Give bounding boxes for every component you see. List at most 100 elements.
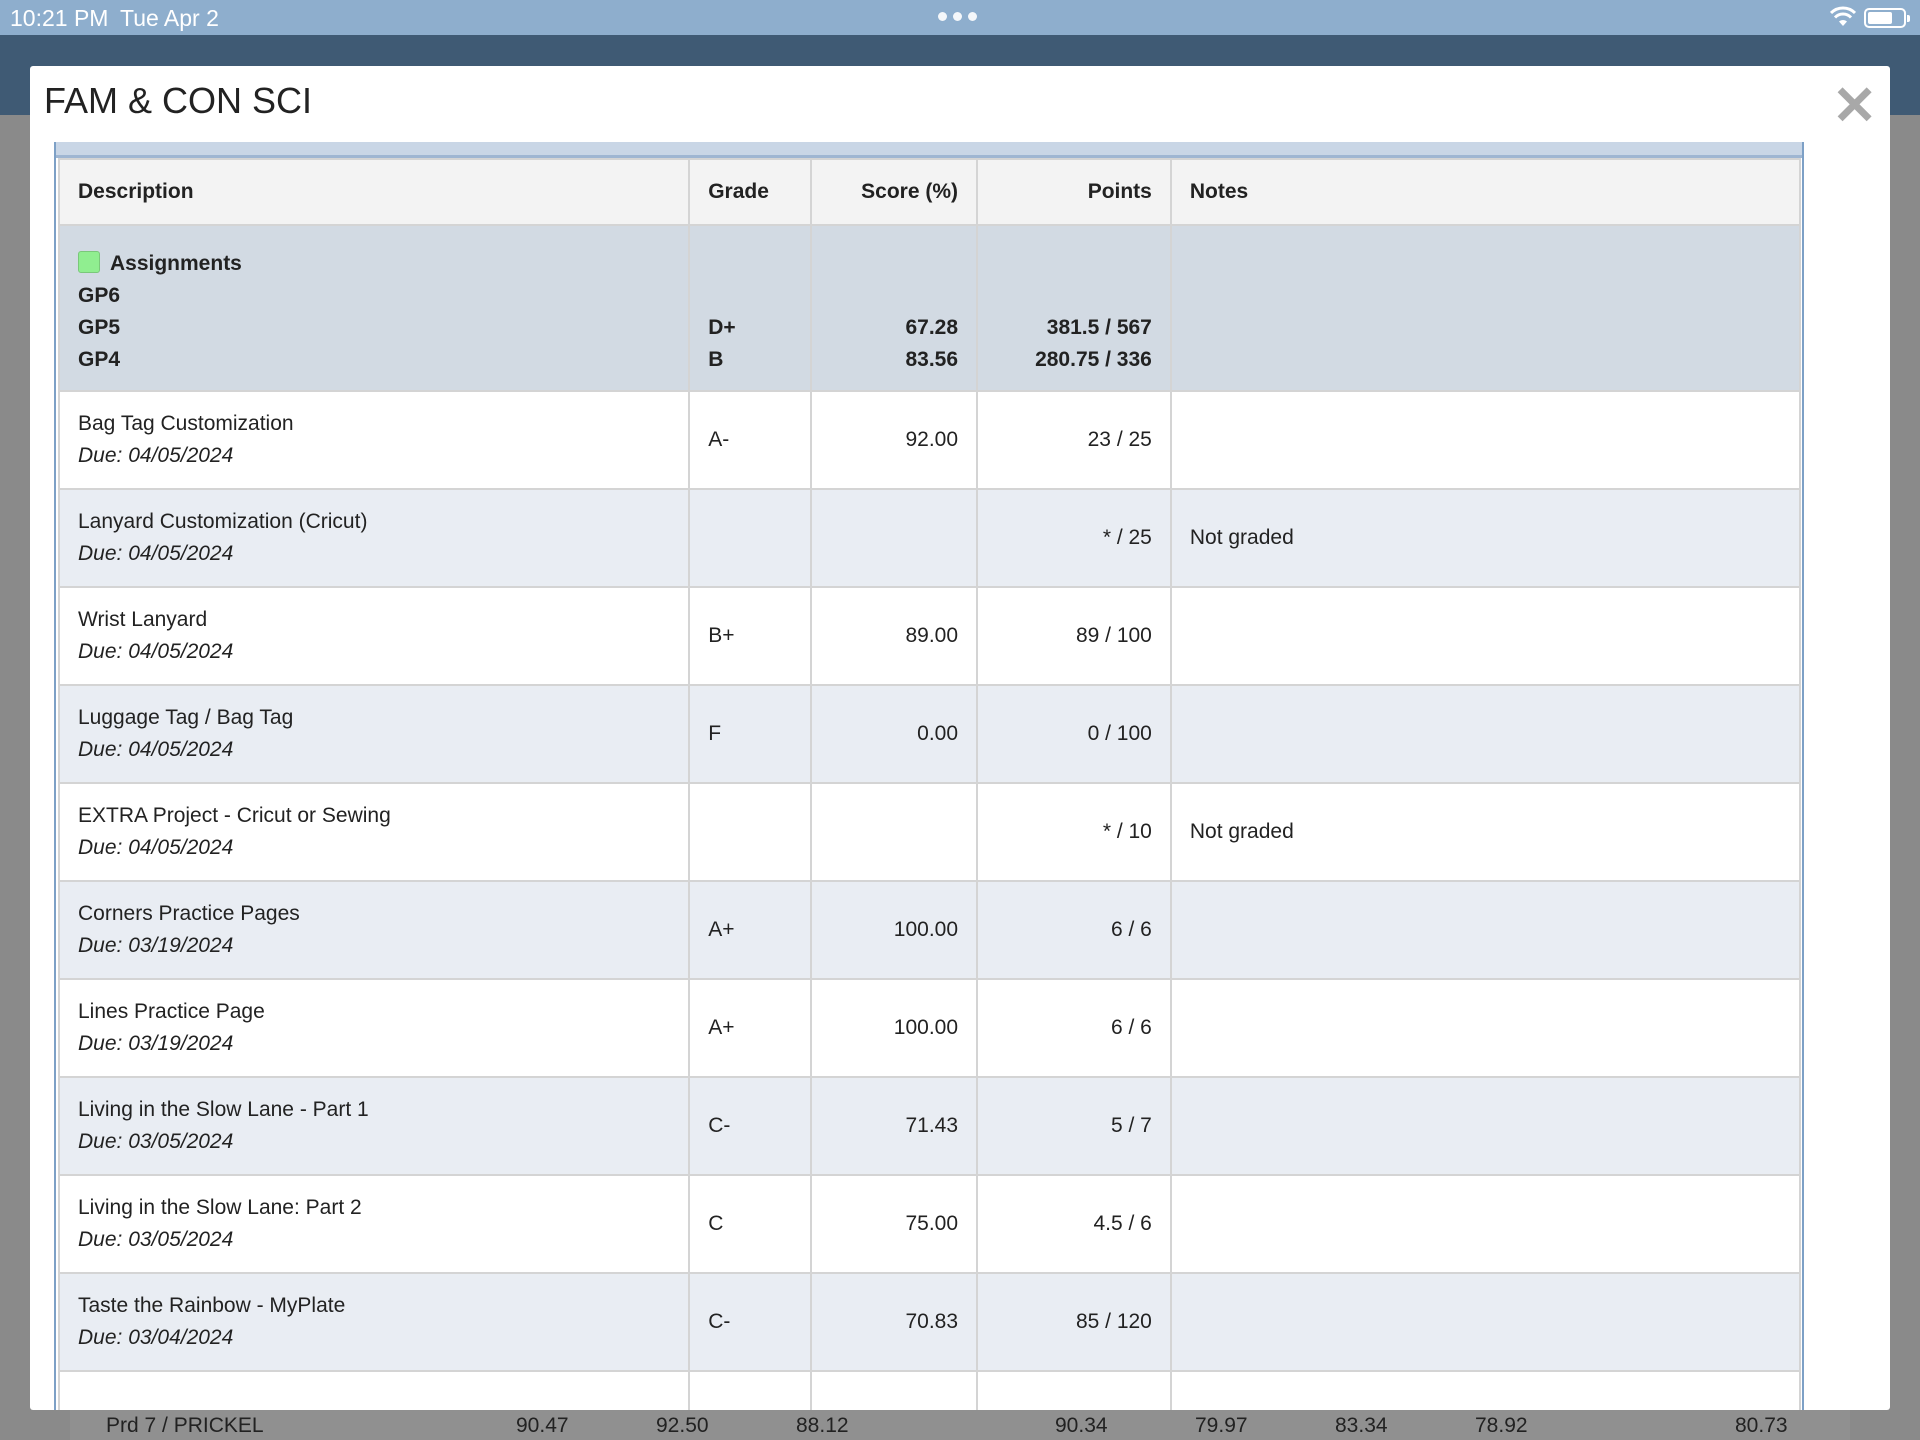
assignment-grade: C- [688,1272,813,1372]
assignment-notes [1169,1370,1802,1410]
column-header-description[interactable]: Description [57,158,691,226]
assignment-grade: C- [688,1076,813,1176]
period-score [830,280,958,312]
assignment-name[interactable]: Corners Practice Pages [78,898,670,930]
assignment-description-cell[interactable]: Taste the Rainbow - MyPlate Due: 03/04/20… [57,1272,691,1372]
assignment-due-date: Due: 04/05/2024 [78,836,234,859]
table-row[interactable]: Bag Tag Customization Due: 04/05/2024 A- 92… [57,390,1802,490]
column-header-grade[interactable]: Grade [688,158,813,226]
assignment-score: 71.43 [810,1076,979,1176]
period-grade [708,280,792,312]
table-row[interactable]: Luggage Tag / Bag Tag Due: 04/05/2024 F 0.0… [57,684,1802,784]
assignment-name[interactable]: Lines Practice Page [78,996,670,1028]
assignment-name[interactable]: Wrist Lanyard [78,604,670,636]
assignment-grade [688,1370,813,1410]
assignment-score: 75.00 [810,1174,979,1274]
assignment-points: 4.5 / 6 [976,1174,1172,1274]
assignment-description-cell[interactable]: EXTRA Project - Cricut or Sewing Due: 04/… [57,782,691,882]
table-row[interactable]: Wrist Lanyard Due: 04/05/2024 B+ 89.00 89 / … [57,586,1802,686]
assignment-name[interactable]: Taste the Rainbow - MyPlate [78,1290,670,1322]
period-score: 67.28 [905,316,959,339]
assignment-notes [1169,684,1802,784]
table-row[interactable]: Living in the Slow Lane - Part 1 Due: 03/… [57,1076,1802,1176]
assignment-description-cell[interactable]: Corners Practice Pages Due: 03/19/2024 [57,880,691,980]
column-header-notes[interactable]: Notes [1169,158,1802,226]
assignment-due-date: Due: 03/05/2024 [78,1130,234,1153]
assignment-description-cell[interactable]: Luggage Tag / Bag Tag Due: 04/05/2024 [57,684,691,784]
assignment-points: 89 / 100 [976,586,1172,686]
period-label: GP6 [78,284,121,307]
assignment-points: * / 25 [976,488,1172,588]
assignment-description-cell[interactable]: Lines Practice Page Due: 03/19/2024 [57,978,691,1078]
assignment-name[interactable]: ARMOR Points [78,1404,670,1410]
group-name: Assignments [110,252,242,275]
period-label: GP4 [78,348,121,371]
period-points: 280.75 / 336 [1035,348,1152,371]
period-grade: D+ [708,316,736,339]
group-notes-cell [1169,224,1802,392]
assignment-due-date: Due: 04/05/2024 [78,640,234,663]
period-label: GP5 [78,316,121,339]
assignment-score [810,1370,979,1410]
assignment-score: 89.00 [810,586,979,686]
assignment-notes [1169,1076,1802,1176]
assignment-description-cell[interactable]: Living in the Slow Lane: Part 2 Due: 03/0… [57,1174,691,1274]
assignment-modal: FAM & CON SCI ✕ Description Grade Score … [30,66,1890,1410]
close-button[interactable]: ✕ [1832,79,1877,133]
assignment-due-date: Due: 03/04/2024 [78,1326,234,1349]
assignment-score: 100.00 [810,978,979,1078]
assignment-score: 70.83 [810,1272,979,1372]
section-header-bar [56,142,1802,158]
assignment-description-cell[interactable]: Lanyard Customization (Cricut) Due: 04/05… [57,488,691,588]
assignment-name[interactable]: Bag Tag Customization [78,408,670,440]
background-row-label: Prd 7 / PRICKEL [106,1414,264,1437]
assignment-points: * / 10 [976,782,1172,882]
background-grade-row: Prd 7 / PRICKEL 90.47 92.50 88.12 90.34 … [70,1410,1850,1440]
assignment-notes: Not graded [1169,782,1802,882]
assignment-name[interactable]: Living in the Slow Lane - Part 1 [78,1094,670,1126]
table-row[interactable]: EXTRA Project - Cricut or Sewing Due: 04/… [57,782,1802,882]
background-row-value: 88.12 [796,1414,849,1437]
assignment-grade: A+ [688,880,813,980]
background-row-value: 90.34 [1055,1414,1108,1437]
assignment-due-date: Due: 03/19/2024 [78,1032,234,1055]
assignment-description-cell[interactable]: Living in the Slow Lane - Part 1 Due: 03/… [57,1076,691,1176]
assignment-notes [1169,880,1802,980]
assignment-notes [1169,1174,1802,1274]
multitasking-dots-icon[interactable] [938,12,977,21]
assignment-points: 5 / 7 [976,1076,1172,1176]
assignment-score: 92.00 [810,390,979,490]
grades-scroll-area[interactable]: Description Grade Score (%) Points Notes… [54,142,1804,1410]
assignment-name[interactable]: Luggage Tag / Bag Tag [78,702,670,734]
assignment-description-cell[interactable]: Wrist Lanyard Due: 04/05/2024 [57,586,691,686]
battery-icon [1864,8,1910,28]
assignment-grade: B+ [688,586,813,686]
assignment-score: 0.00 [810,684,979,784]
assignment-description-cell[interactable]: ARMOR Points [57,1370,691,1410]
table-row[interactable]: Taste the Rainbow - MyPlate Due: 03/04/20… [57,1272,1802,1372]
period-score: 83.56 [905,348,959,371]
assignment-score [810,782,979,882]
column-header-points[interactable]: Points [976,158,1172,226]
assignment-grade: C [688,1174,813,1274]
background-row-value: 90.47 [516,1414,569,1437]
assignment-grade: A- [688,390,813,490]
assignment-name[interactable]: Living in the Slow Lane: Part 2 [78,1192,670,1224]
assignment-points: 6 / 6 [976,880,1172,980]
table-row[interactable]: Corners Practice Pages Due: 03/19/2024 A+ 1… [57,880,1802,980]
assignment-name[interactable]: Lanyard Customization (Cricut) [78,506,670,538]
status-date: Tue Apr 2 [120,5,219,31]
table-row[interactable]: ARMOR Points [57,1370,1802,1410]
background-row-value: 78.92 [1475,1414,1528,1437]
table-row[interactable]: Living in the Slow Lane: Part 2 Due: 03/0… [57,1174,1802,1274]
assignment-due-date: Due: 04/05/2024 [78,542,234,565]
assignment-notes [1169,1272,1802,1372]
background-row-value: 80.73 [1735,1414,1788,1437]
assignment-name[interactable]: EXTRA Project - Cricut or Sewing [78,800,670,832]
table-row[interactable]: Lines Practice Page Due: 03/19/2024 A+ 100.… [57,978,1802,1078]
column-header-score[interactable]: Score (%) [810,158,979,226]
assignment-description-cell[interactable]: Bag Tag Customization Due: 04/05/2024 [57,390,691,490]
assignment-due-date: Due: 04/05/2024 [78,444,234,467]
assignment-points: 23 / 25 [976,390,1172,490]
table-row[interactable]: Lanyard Customization (Cricut) Due: 04/05… [57,488,1802,588]
